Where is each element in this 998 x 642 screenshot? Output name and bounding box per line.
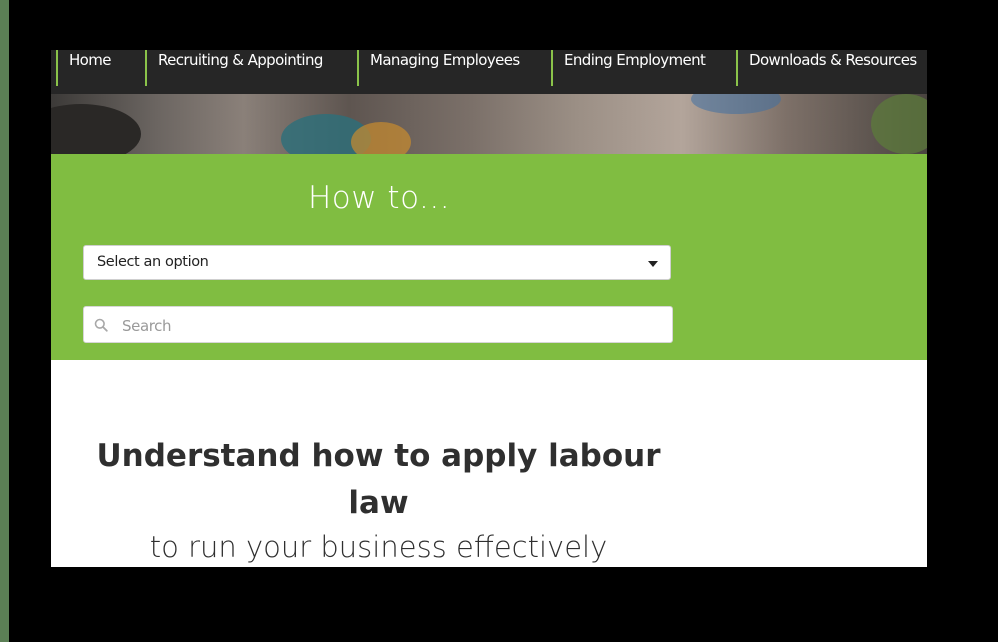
hero-plant-shape <box>871 94 927 154</box>
nav-item-ending-employment[interactable]: Ending Employment <box>551 50 706 86</box>
search-input[interactable] <box>120 311 664 340</box>
nav-item-downloads-resources[interactable]: Downloads & Resources <box>736 50 917 86</box>
nav-item-recruiting-appointing[interactable]: Recruiting & Appointing <box>145 50 323 86</box>
main-nav: Home Recruiting & Appointing Managing Em… <box>51 50 927 94</box>
search-box <box>83 306 673 343</box>
search-icon <box>94 318 108 332</box>
how-to-panel: How to... Select an option <box>51 154 927 360</box>
hero-fabric-shape <box>351 122 411 154</box>
nav-item-managing-employees[interactable]: Managing Employees <box>357 50 520 86</box>
page-headline: Understand how to apply labour law <box>96 438 661 521</box>
how-to-heading: How to... <box>307 180 451 216</box>
left-border-strip <box>0 0 9 642</box>
page-subheadline: to run your business effectively <box>149 530 608 564</box>
nav-item-home[interactable]: Home <box>56 50 112 86</box>
topic-select-value: Select an option <box>97 254 209 270</box>
topic-select[interactable]: Select an option <box>83 245 671 280</box>
dropdown-arrow-icon <box>648 261 658 267</box>
hero-shadow-shape <box>51 104 141 154</box>
hero-fabric-shape <box>691 94 781 114</box>
page-frame: Home Recruiting & Appointing Managing Em… <box>51 50 927 567</box>
hero-image <box>51 94 927 154</box>
